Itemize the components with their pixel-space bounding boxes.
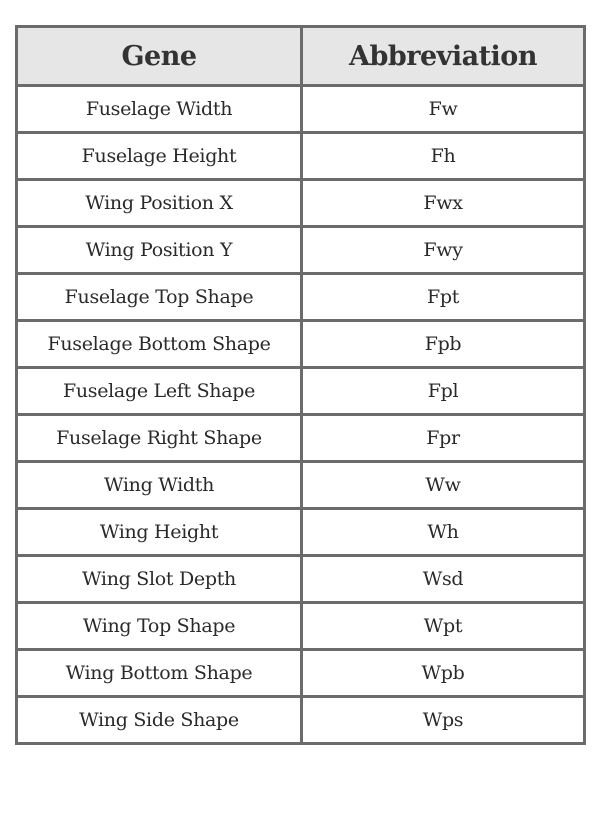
- table-row: Wing Position Y Fwy: [15, 225, 586, 275]
- abbreviation-cell: Fpl: [300, 366, 586, 416]
- table-row: Wing Bottom Shape Wpb: [15, 648, 586, 698]
- header-abbreviation: Abbreviation: [300, 25, 586, 87]
- abbreviation-cell: Wps: [300, 695, 586, 745]
- gene-cell: Fuselage Height: [15, 131, 303, 181]
- table-row: Fuselage Height Fh: [15, 131, 586, 181]
- table-row: Fuselage Width Fw: [15, 84, 586, 134]
- gene-cell: Wing Position X: [15, 178, 303, 228]
- abbreviation-cell: Fw: [300, 84, 586, 134]
- abbreviation-cell: Wpt: [300, 601, 586, 651]
- header-row: Gene Abbreviation: [15, 25, 586, 87]
- gene-cell: Wing Top Shape: [15, 601, 303, 651]
- gene-cell: Fuselage Top Shape: [15, 272, 303, 322]
- gene-cell: Wing Height: [15, 507, 303, 557]
- table-row: Fuselage Right Shape Fpr: [15, 413, 586, 463]
- header-gene: Gene: [15, 25, 303, 87]
- abbreviation-cell: Fpb: [300, 319, 586, 369]
- table-row: Wing Top Shape Wpt: [15, 601, 586, 651]
- gene-cell: Wing Bottom Shape: [15, 648, 303, 698]
- table-row: Wing Side Shape Wps: [15, 695, 586, 745]
- abbreviation-cell: Fpr: [300, 413, 586, 463]
- gene-cell: Wing Slot Depth: [15, 554, 303, 604]
- gene-cell: Wing Side Shape: [15, 695, 303, 745]
- abbreviation-cell: Wsd: [300, 554, 586, 604]
- table-row: Wing Width Ww: [15, 460, 586, 510]
- table-row: Fuselage Top Shape Fpt: [15, 272, 586, 322]
- gene-cell: Wing Position Y: [15, 225, 303, 275]
- gene-cell: Fuselage Width: [15, 84, 303, 134]
- abbreviation-cell: Ww: [300, 460, 586, 510]
- table-body: Fuselage Width Fw Fuselage Height Fh Wing Po…: [15, 84, 586, 745]
- table-row: Wing Position X Fwx: [15, 178, 586, 228]
- abbreviation-cell: Fpt: [300, 272, 586, 322]
- abbreviation-cell: Wh: [300, 507, 586, 557]
- abbreviation-cell: Fwy: [300, 225, 586, 275]
- table-row: Wing Slot Depth Wsd: [15, 554, 586, 604]
- table-row: Fuselage Bottom Shape Fpb: [15, 319, 586, 369]
- abbreviation-cell: Fwx: [300, 178, 586, 228]
- table-row: Fuselage Left Shape Fpl: [15, 366, 586, 416]
- gene-cell: Fuselage Bottom Shape: [15, 319, 303, 369]
- gene-cell: Fuselage Right Shape: [15, 413, 303, 463]
- abbreviation-cell: Fh: [300, 131, 586, 181]
- gene-abbreviation-table: Gene Abbreviation Fuselage Width Fw Fusela…: [15, 25, 586, 745]
- table-row: Wing Height Wh: [15, 507, 586, 557]
- abbreviation-cell: Wpb: [300, 648, 586, 698]
- gene-cell: Fuselage Left Shape: [15, 366, 303, 416]
- gene-cell: Wing Width: [15, 460, 303, 510]
